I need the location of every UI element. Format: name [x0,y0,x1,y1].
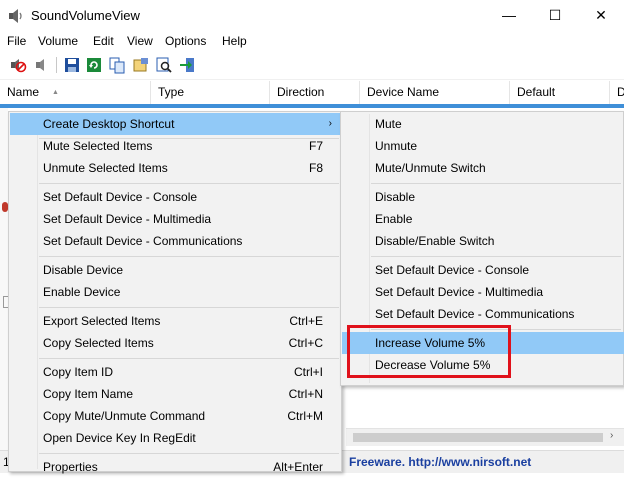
menu-item-label: Enable Device [43,285,121,299]
properties-icon[interactable] [132,56,150,74]
menu-disable-device[interactable]: Disable Device [10,259,340,281]
window-title: SoundVolumeView [31,8,140,23]
menu-mute-selected-items[interactable]: Mute Selected Items F7 [10,135,340,157]
menu-separator [39,358,339,359]
minimize-button[interactable]: — [486,0,532,31]
menu-item-label: Mute Selected Items [43,139,153,153]
column-direction[interactable]: Direction [270,81,360,104]
sort-ascending-icon: ▲ [52,89,59,96]
menu-file[interactable]: File [7,33,26,49]
exit-icon[interactable] [178,56,196,74]
column-header: Name ▲ Type Direction Device Name Defaul… [0,81,624,105]
save-icon[interactable] [63,56,81,74]
maximize-button[interactable]: ☐ [532,0,578,31]
menu-separator [39,183,339,184]
menu-item-label: Copy Mute/Unmute Command [43,409,206,423]
menu-copy-item-name[interactable]: Copy Item Name Ctrl+N [10,383,340,405]
menu-separator [39,453,339,454]
menu-help[interactable]: Help [222,33,247,49]
submenu-mute[interactable]: Mute [342,113,624,135]
submenu-disable-enable-switch[interactable]: Disable/Enable Switch [342,230,624,252]
refresh-icon[interactable] [85,56,103,74]
submenu-set-default-communications[interactable]: Set Default Device - Communications [342,303,624,325]
toolbar [0,51,624,80]
horizontal-scrollbar[interactable]: › [346,428,624,446]
menu-view[interactable]: View [127,33,153,49]
menu-item-label: Copy Item ID [43,365,114,379]
submenu-disable[interactable]: Disable [342,186,624,208]
scroll-right-arrow[interactable]: › [610,430,613,441]
toolbar-separator [56,57,57,73]
title-bar: SoundVolumeView — ☐ ✕ [0,0,624,31]
menu-properties[interactable]: Properties Alt+Enter [10,456,340,478]
menu-copy-selected-items[interactable]: Copy Selected Items Ctrl+C [10,332,340,354]
menu-separator [39,307,339,308]
column-name-label: Name [7,85,40,99]
submenu-set-default-multimedia[interactable]: Set Default Device - Multimedia [342,281,624,303]
menu-item-label: Copy Item Name [43,387,134,401]
find-icon[interactable] [155,56,173,74]
menu-separator [39,256,339,257]
selected-row[interactable] [0,104,624,108]
close-button[interactable]: ✕ [578,0,624,31]
submenu-mute-unmute-switch[interactable]: Mute/Unmute Switch [342,157,624,179]
menu-item-label: Set Default Device - Communications [43,234,243,248]
menu-export-selected-items[interactable]: Export Selected Items Ctrl+E [10,310,340,332]
highlight-annotation-box [347,325,511,378]
menu-item-label: Open Device Key In RegEdit [43,431,196,445]
menu-set-default-communications[interactable]: Set Default Device - Communications [10,230,340,252]
column-d[interactable]: D [610,81,624,104]
list-left-edge [0,108,8,454]
speaker-icon[interactable] [32,56,50,74]
menu-item-label: Create Desktop Shortcut [43,117,175,131]
menu-item-label: Disable Device [43,263,124,277]
menu-volume[interactable]: Volume [38,33,78,49]
submenu-enable[interactable]: Enable [342,208,624,230]
column-type[interactable]: Type [151,81,270,104]
menu-shortcut: Ctrl+C [288,336,323,350]
menu-set-default-multimedia[interactable]: Set Default Device - Multimedia [10,208,340,230]
menu-item-label: Copy Selected Items [43,336,154,350]
column-name[interactable]: Name ▲ [0,81,151,104]
menu-enable-device[interactable]: Enable Device [10,281,340,303]
menu-separator [371,256,621,257]
menu-separator [371,183,621,184]
app-speaker-icon [9,9,22,23]
menu-item-label: Unmute Selected Items [43,161,168,175]
menu-shortcut: F7 [308,139,323,153]
menu-shortcut: Ctrl+I [293,365,323,379]
submenu-set-default-console[interactable]: Set Default Device - Console [342,259,624,281]
menu-shortcut: Alt+Enter [273,460,323,474]
menu-copy-mute-unmute-command[interactable]: Copy Mute/Unmute Command Ctrl+M [10,405,340,427]
menu-copy-item-id[interactable]: Copy Item ID Ctrl+I [10,361,340,383]
scrollbar-thumb[interactable] [353,433,603,442]
column-default[interactable]: Default [510,81,610,104]
menu-shortcut: Ctrl+N [288,387,323,401]
mute-icon[interactable] [9,56,27,74]
menu-shortcut: Ctrl+M [287,409,323,423]
menu-item-label: Export Selected Items [43,314,161,328]
menu-options[interactable]: Options [165,33,206,49]
menu-bar: File Volume Edit View Options Help [0,31,624,51]
submenu-unmute[interactable]: Unmute [342,135,624,157]
menu-edit[interactable]: Edit [93,33,114,49]
copy-icon[interactable] [108,56,126,74]
menu-create-desktop-shortcut[interactable]: Create Desktop Shortcut › [10,113,340,135]
menu-item-label: Set Default Device - Multimedia [43,212,212,226]
column-device-name[interactable]: Device Name [360,81,510,104]
menu-shortcut: F8 [308,161,323,175]
menu-open-device-key-regedit[interactable]: Open Device Key In RegEdit [10,427,340,449]
submenu-arrow-icon: › [328,118,332,129]
menu-unmute-selected-items[interactable]: Unmute Selected Items F8 [10,157,340,179]
menu-item-label: Set Default Device - Console [43,190,198,204]
context-menu: Create Desktop Shortcut › Mute Selected … [8,111,342,474]
menu-set-default-console[interactable]: Set Default Device - Console [10,186,340,208]
freeware-link[interactable]: Freeware. http://www.nirsoft.net [349,455,531,469]
menu-shortcut: Ctrl+E [289,314,323,328]
